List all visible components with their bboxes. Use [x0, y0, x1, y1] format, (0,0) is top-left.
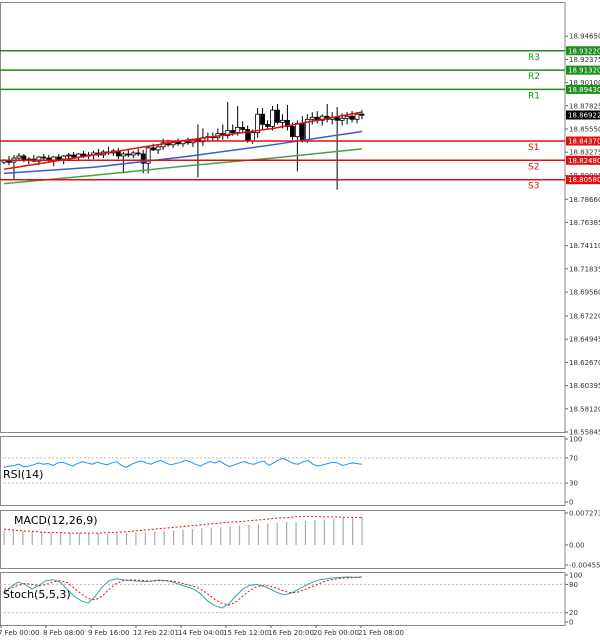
stoch-panel	[0, 572, 566, 626]
macd-tick-label: -0.004557	[569, 562, 600, 570]
price-tick-label: 18.74110	[569, 242, 600, 250]
rsi-tick-label: 100	[569, 436, 582, 444]
price-tick-label: 18.64945	[569, 336, 600, 344]
candle-body	[71, 154, 77, 158]
candle-body	[334, 116, 340, 121]
x-tick-label: 21 Feb 08:00	[358, 629, 404, 637]
level-label-r2: R2	[528, 72, 540, 82]
candle-body	[56, 156, 62, 160]
price-tick-label: 18.62670	[569, 359, 600, 367]
stoch-label: Stoch(5,5,3)	[3, 588, 71, 601]
candle-body	[135, 152, 141, 155]
candle-body	[309, 116, 315, 120]
candle-body	[125, 153, 131, 156]
candle-body	[260, 113, 265, 125]
stoch-tick-label: 100	[569, 572, 582, 580]
candle-body	[339, 117, 345, 121]
candle-body	[16, 155, 22, 159]
price-tick-label: 18.94650	[569, 33, 600, 41]
candle-body	[21, 155, 27, 161]
level-price-label: 18.80580	[568, 176, 600, 184]
candle-body	[41, 156, 47, 159]
price-tick-label: 18.71835	[569, 265, 600, 273]
rsi-tick-label: 30	[569, 480, 578, 488]
price-tick-label: 18.60395	[569, 382, 600, 390]
x-tick-label: 16 Feb 20:00	[268, 629, 314, 637]
candle-body	[235, 127, 241, 133]
price-tick-label: 18.87825	[569, 102, 600, 110]
candle-body	[150, 147, 156, 151]
candle-body	[275, 109, 280, 123]
rsi-label: RSI(14)	[3, 468, 43, 481]
price-panel	[0, 2, 566, 433]
price-tick-label: 18.69560	[569, 289, 600, 297]
candle-body	[299, 122, 305, 141]
candle-body	[354, 113, 360, 120]
candle-body	[120, 153, 126, 157]
price-tick-label: 18.92375	[569, 56, 600, 64]
x-tick-label: 20 Feb 00:00	[313, 629, 359, 637]
x-tick-label: 7 Feb 00:00	[0, 629, 39, 637]
level-label-s1: S1	[528, 143, 539, 153]
price-tick-label: 18.76385	[569, 219, 600, 227]
rsi-tick-label: 0	[569, 499, 573, 507]
level-price-label: 18.84370	[568, 138, 600, 146]
x-tick-label: 14 Feb 04:00	[178, 629, 224, 637]
price-tick-label: 18.67220	[569, 312, 600, 320]
candle-body	[240, 127, 246, 130]
x-tick-label: 15 Feb 12:00	[223, 629, 269, 637]
stoch-tick-label: 0	[569, 619, 573, 627]
candle-body	[130, 152, 136, 156]
level-price-label: 18.89430	[568, 86, 600, 94]
level-price-label: 18.82480	[568, 157, 600, 165]
level-price-label: 18.93220	[568, 47, 600, 55]
candle-body	[265, 124, 270, 127]
x-tick-label: 8 Feb 08:00	[43, 629, 84, 637]
trading-chart: 18.9465018.9237518.9010018.8782518.85550…	[0, 2, 600, 637]
candle-body	[66, 154, 72, 157]
candle-body	[349, 115, 355, 120]
macd-label: MACD(12,26,9)	[14, 514, 98, 527]
macd-tick-label: 0.00	[569, 541, 585, 549]
level-label-s2: S2	[528, 162, 539, 172]
price-tick-label: 18.58120	[569, 405, 600, 413]
candle-body	[270, 109, 275, 127]
level-label-r1: R1	[528, 91, 540, 101]
candle-body	[359, 113, 365, 116]
level-price-label: 18.91320	[568, 67, 600, 75]
rsi-panel	[0, 436, 566, 506]
stoch-tick-label: 80	[569, 581, 578, 589]
candle-body	[230, 130, 236, 133]
candle-body	[344, 115, 350, 119]
candle-body	[250, 132, 256, 142]
price-tick-label: 18.85550	[569, 125, 600, 133]
rsi-tick-label: 70	[569, 454, 578, 462]
level-label-r3: R3	[528, 53, 540, 63]
price-tick-label: 18.83275	[569, 149, 600, 157]
candle-body	[155, 146, 161, 151]
price-tick-label: 18.78660	[569, 196, 600, 204]
candle-body	[294, 122, 300, 138]
current-price-label: 18.86922	[568, 112, 600, 120]
x-tick-label: 12 Feb 22:01	[133, 629, 179, 637]
candle-body	[289, 126, 295, 138]
x-tick-label: 9 Feb 16:00	[88, 629, 129, 637]
level-label-s3: S3	[528, 182, 539, 192]
candle-body	[280, 119, 285, 123]
stoch-tick-label: 20	[569, 609, 578, 617]
candle-body	[61, 155, 67, 160]
macd-tick-label: 0.007273	[569, 510, 600, 518]
